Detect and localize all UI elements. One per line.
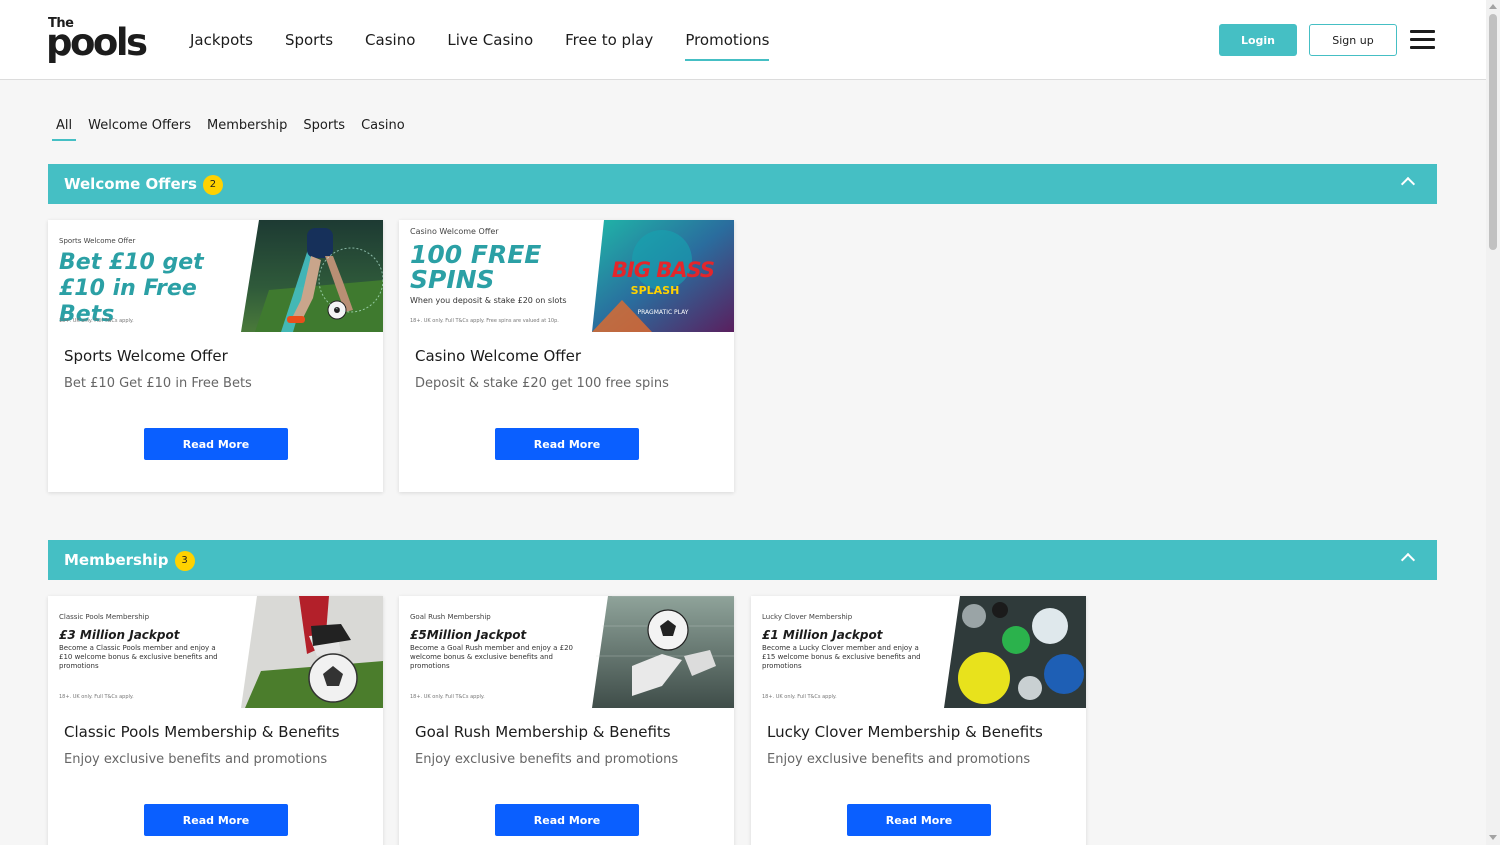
banner-subtext: Become a Lucky Clover member and enjoy a…: [762, 644, 921, 670]
tab-sports[interactable]: Sports: [295, 112, 353, 139]
banner-art-subtitle: SPLASH: [630, 284, 680, 297]
site-header: The pools Jackpots Sports Casino Live Ca…: [0, 0, 1486, 80]
hamburger-menu-icon[interactable]: [1410, 30, 1435, 50]
section-title-text: Welcome Offers: [64, 175, 197, 193]
nav-free-to-play[interactable]: Free to play: [565, 0, 653, 80]
banner-subtext: When you deposit & stake £20 on slots: [410, 296, 567, 305]
banner-headline: Bet £10 get £10 in Free Bets: [59, 250, 204, 327]
tab-welcome-offers[interactable]: Welcome Offers: [80, 112, 199, 139]
read-more-button[interactable]: Read More: [495, 804, 639, 836]
promo-card-classic-pools: Classic Pools Membership £3 Million Jack…: [48, 596, 383, 845]
chevron-up-icon[interactable]: [1400, 552, 1416, 568]
page-scrollbar[interactable]: [1486, 0, 1500, 845]
nav-promotions[interactable]: Promotions: [685, 0, 770, 80]
card-title: Casino Welcome Offer: [415, 347, 582, 365]
banner-headline: £3 Million Jackpot: [59, 628, 180, 642]
lottery-balls-image-icon: [944, 596, 1086, 708]
read-more-button[interactable]: Read More: [847, 804, 991, 836]
banner-fine-print: 18+. UK only. Full T&Cs apply.: [59, 318, 134, 324]
promo-banner[interactable]: Sports Welcome Offer Bet £10 get £10 in …: [48, 220, 383, 332]
banner-label: Sports Welcome Offer: [59, 237, 136, 245]
card-title: Classic Pools Membership & Benefits: [64, 723, 340, 741]
nav-sports[interactable]: Sports: [285, 0, 333, 80]
promotion-filter-tabs: All Welcome Offers Membership Sports Cas…: [48, 112, 413, 141]
main-nav: Jackpots Sports Casino Live Casino Free …: [190, 0, 801, 80]
card-description: Bet £10 Get £10 in Free Bets: [64, 376, 252, 391]
card-title: Lucky Clover Membership & Benefits: [767, 723, 1043, 741]
banner-art-title: BIG BASS: [611, 258, 715, 282]
promo-banner[interactable]: Casino Welcome Offer 100 FREE SPINS When…: [399, 220, 734, 332]
card-title: Sports Welcome Offer: [64, 347, 228, 365]
banner-label: Casino Welcome Offer: [410, 227, 499, 236]
tab-membership[interactable]: Membership: [199, 112, 295, 139]
read-more-button[interactable]: Read More: [144, 428, 288, 460]
banner-headline: £1 Million Jackpot: [762, 628, 883, 642]
section-title: Welcome Offers 2: [64, 164, 223, 204]
scroll-up-arrow-icon[interactable]: [1489, 4, 1497, 9]
promo-banner[interactable]: Classic Pools Membership £3 Million Jack…: [48, 596, 383, 708]
football-player-image-icon: [241, 220, 383, 332]
promo-card-sports-welcome: Sports Welcome Offer Bet £10 get £10 in …: [48, 220, 383, 492]
card-description: Enjoy exclusive benefits and promotions: [64, 752, 328, 767]
football-kick-image-icon: [241, 596, 383, 708]
tab-casino[interactable]: Casino: [353, 112, 413, 139]
banner-fine-print: 18+. UK only. Full T&Cs apply.: [762, 694, 837, 700]
banner-label: Classic Pools Membership: [59, 613, 150, 621]
nav-casino[interactable]: Casino: [365, 0, 415, 80]
promo-banner[interactable]: Lucky Clover Membership £1 Million Jackp…: [751, 596, 1086, 708]
chevron-up-icon[interactable]: [1400, 176, 1416, 192]
goalkeeper-ball-image-icon: [592, 596, 734, 708]
banner-headline: £5Million Jackpot: [410, 628, 527, 642]
section-title: Membership 3: [64, 540, 195, 580]
tab-all[interactable]: All: [48, 112, 80, 141]
banner-subtext: Become a Classic Pools member and enjoy …: [59, 644, 218, 670]
section-header-membership[interactable]: Membership 3: [48, 540, 1437, 580]
banner-fine-print: 18+. UK only. Full T&Cs apply.: [410, 694, 485, 700]
banner-fine-print: 18+. UK only. Full T&Cs apply. Free spin…: [410, 318, 559, 324]
nav-live-casino[interactable]: Live Casino: [447, 0, 533, 80]
login-button[interactable]: Login: [1219, 24, 1297, 56]
card-description: Enjoy exclusive benefits and promotions: [767, 752, 1031, 767]
section-header-welcome-offers[interactable]: Welcome Offers 2: [48, 164, 1437, 204]
read-more-button[interactable]: Read More: [495, 428, 639, 460]
nav-jackpots[interactable]: Jackpots: [190, 0, 253, 80]
section-title-text: Membership: [64, 551, 169, 569]
banner-subtext: Become a Goal Rush member and enjoy a £2…: [410, 644, 573, 670]
count-badge: 2: [202, 175, 223, 195]
scroll-down-arrow-icon[interactable]: [1489, 835, 1497, 840]
promo-card-goal-rush: Goal Rush Membership £5Million Jackpot B…: [399, 596, 734, 845]
promo-card-lucky-clover: Lucky Clover Membership £1 Million Jackp…: [751, 596, 1086, 845]
read-more-button[interactable]: Read More: [144, 804, 288, 836]
card-description: Deposit & stake £20 get 100 free spins: [415, 376, 669, 391]
banner-fine-print: 18+. UK only. Full T&Cs apply.: [59, 694, 134, 700]
promo-banner[interactable]: Goal Rush Membership £5Million Jackpot B…: [399, 596, 734, 708]
scroll-thumb[interactable]: [1489, 14, 1497, 250]
signup-button[interactable]: Sign up: [1309, 24, 1397, 56]
card-description: Enjoy exclusive benefits and promotions: [415, 752, 679, 767]
the-pools-logo[interactable]: The pools: [46, 16, 152, 64]
count-badge: 3: [174, 551, 195, 571]
banner-art-brand: PRAGMATIC PLAY: [637, 309, 689, 316]
banner-label: Lucky Clover Membership: [762, 613, 853, 621]
logo-word: pools: [46, 21, 148, 64]
promo-card-casino-welcome: Casino Welcome Offer 100 FREE SPINS When…: [399, 220, 734, 492]
card-title: Goal Rush Membership & Benefits: [415, 723, 671, 741]
banner-label: Goal Rush Membership: [410, 613, 491, 621]
banner-headline: 100 FREE SPINS: [410, 240, 542, 294]
